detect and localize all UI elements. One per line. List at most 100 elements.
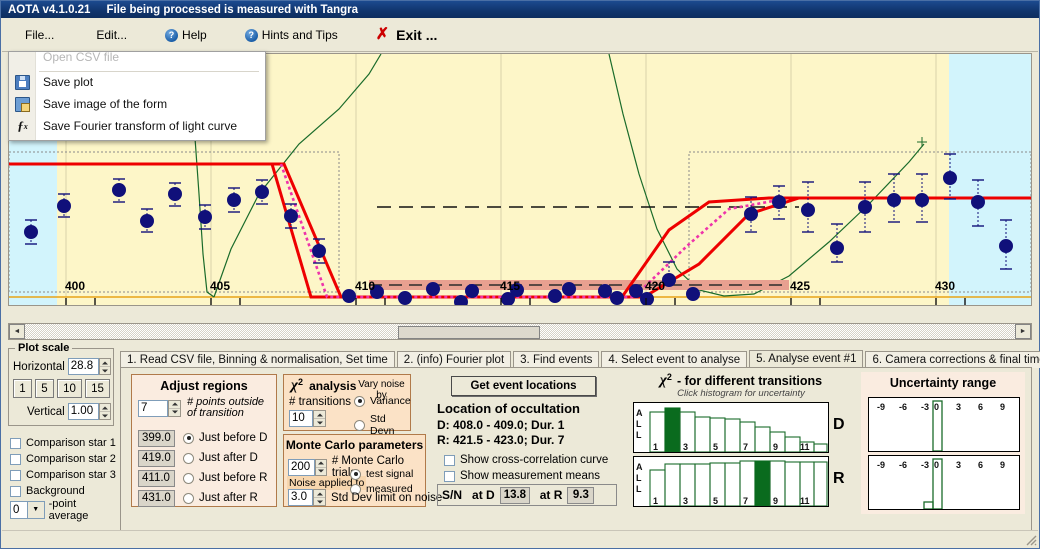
radio-just-before-r[interactable] [183,472,194,484]
svg-text:9: 9 [1000,460,1005,470]
chi2-histogram-d[interactable]: ALL 135 7 9 11 [633,402,829,453]
stddev-limit-label: Std Dev limit on noise [331,491,443,504]
scale-preset-1[interactable]: 1 [13,379,32,398]
transitions-stepper[interactable] [313,410,326,427]
points-outside-input[interactable]: 7 [138,399,168,417]
tab-analyse-event[interactable]: 5. Analyse event #1 [749,350,864,368]
disk-icon [14,74,31,90]
occultation-d-line: D: 408.0 - 409.0; Dur. 1 [437,418,565,432]
checkbox-comparison-star-2[interactable]: Comparison star 2 [10,451,118,467]
adjust-regions-panel: Adjust regions 7 # points outside of tra… [131,374,277,507]
point-average-value[interactable]: 0 [10,500,28,519]
sn-at-r-value: 9.3 [567,486,595,504]
scale-preset-5[interactable]: 5 [35,379,54,398]
svg-text:-3: -3 [921,402,929,412]
tab-read-csv[interactable]: 1. Read CSV file, Binning & normalisatio… [120,351,395,368]
region-value-just-before-r: 411.0 [138,469,175,487]
help-icon: ? [244,28,258,42]
menu-exit[interactable]: ✗ Exit ... [369,22,445,48]
tab-select-event[interactable]: 4. Select event to analyse [601,351,748,368]
radio-test-signal[interactable] [350,468,361,480]
menu-edit[interactable]: Edit... [85,22,134,48]
uncertainty-histogram-d[interactable]: -9 -6 -3 0 3 6 9 [868,397,1020,452]
sn-at-d-value: 13.8 [499,486,530,504]
horizontal-scale-stepper[interactable] [98,358,111,375]
tab-panel-analyse-event: Adjust regions 7 # points outside of tra… [120,367,1032,541]
resize-grip-icon[interactable] [1023,532,1037,546]
vertical-label: Vertical [27,405,65,418]
menu-hints-and-tips[interactable]: ? Hints and Tips [238,22,345,48]
scroll-right-button[interactable]: ► [1015,324,1031,339]
uncertainty-histogram-r[interactable]: -9 -6 -3 0 3 6 9 [868,455,1020,510]
menu-item-save-plot[interactable]: Save plot [9,71,265,93]
plot-horizontal-scrollbar[interactable]: ◄ ► [8,323,1032,340]
sn-label: S/N [442,488,463,502]
stddev-limit-input[interactable]: 3.0 [288,489,313,506]
chi2-histogram-r-id: R [833,470,845,487]
sn-at-r-label: at R [539,488,563,502]
chevron-down-icon[interactable]: ▼ [27,500,45,519]
radio-row-test-signal[interactable]: test signal [350,468,413,480]
menu-help[interactable]: ? Help [158,22,214,48]
file-dropdown-menu[interactable]: Open CSV file Save plot Save image of th… [8,51,266,141]
menu-item-save-fourier-transform[interactable]: ƒx Save Fourier transform of light curve [9,115,265,137]
tab-find-events[interactable]: 3. Find events [513,351,600,368]
stddev-limit-stepper[interactable] [313,489,326,506]
svg-text:L: L [636,484,642,494]
point-average-row[interactable]: 0 ▼ -point average [10,498,118,522]
radio-just-after-d[interactable] [183,452,194,464]
monte-carlo-trials-stepper[interactable] [314,458,327,476]
checkbox-box[interactable] [10,453,21,465]
tab-fourier-plot[interactable]: 2. (info) Fourier plot [396,351,512,368]
svg-text:-9: -9 [877,460,885,470]
region-row-just-after-r[interactable]: 431.0 Just after R [138,488,267,508]
menu-item-save-image-of-the-form[interactable]: Save image of the form [9,93,265,115]
transitions-input[interactable]: 10 [289,410,313,427]
monte-carlo-trials-input[interactable]: 200 [288,458,315,476]
menu-bar: File... Edit... ? Help ? Hints and Tips … [2,19,1038,52]
fx-icon: ƒx [17,118,28,133]
radio-just-after-r[interactable] [183,492,194,504]
checkbox-show-measurement-means[interactable]: Show measurement means [444,468,600,484]
plot-scale-group: Plot scale Horizontal 28.8 1 5 10 15 Ver… [8,342,114,426]
svg-text:L: L [636,430,642,440]
scale-preset-10[interactable]: 10 [57,379,82,398]
vertical-scale-input[interactable]: 1.00 [67,403,99,420]
scroll-left-button[interactable]: ◄ [9,324,25,339]
scale-preset-15[interactable]: 15 [85,379,110,398]
checkbox-box[interactable] [444,470,455,482]
checkbox-box[interactable] [10,469,21,481]
region-row-just-before-d[interactable]: 399.0 Just before D [138,428,267,448]
radio-std-devn[interactable] [354,419,365,431]
region-row-just-before-r[interactable]: 411.0 Just before R [138,468,267,488]
svg-text:3: 3 [956,460,961,470]
scrollbar-thumb[interactable] [398,326,540,339]
document-title: File being processed is measured with Ta… [106,3,359,16]
tab-strip[interactable]: 1. Read CSV file, Binning & normalisatio… [120,350,1040,368]
chi2-histogram-r[interactable]: ALL 135 7 9 11 [633,456,829,507]
horizontal-scale-input[interactable]: 28.8 [67,358,99,375]
menu-file[interactable]: File... [14,22,61,48]
chi2-histogram-d-svg: ALL 135 7 9 11 [636,407,828,453]
svg-text:0: 0 [934,460,939,470]
region-row-just-after-d[interactable]: 419.0 Just after D [138,448,267,468]
radio-just-before-d[interactable] [183,432,194,444]
chi-superscript: 2 [297,377,303,387]
radio-variance[interactable] [354,395,365,407]
get-event-locations-button[interactable]: Get event locations [451,376,596,396]
uncertainty-range-panel: Uncertainty range -9 -6 -3 0369 -9 -6 -3… [861,372,1025,514]
checkbox-comparison-star-3[interactable]: Comparison star 3 [10,467,118,483]
svg-text:9: 9 [1000,402,1005,412]
vertical-scale-stepper[interactable] [98,403,111,420]
checkbox-comparison-star-1[interactable]: Comparison star 1 [10,435,118,451]
form-image-icon [14,96,31,112]
checkbox-show-cross-correlation-curve[interactable]: Show cross-correlation curve [444,452,608,468]
checkbox-box[interactable] [10,485,21,497]
radio-row-variance[interactable]: Variance [354,395,411,407]
points-outside-stepper[interactable] [168,399,181,417]
tab-camera-corrections[interactable]: 6. Camera corrections & final times Even… [865,351,1040,368]
checkbox-box[interactable] [444,454,455,466]
svg-text:6: 6 [978,460,983,470]
checkbox-box[interactable] [10,437,21,449]
controls-area: Plot scale Horizontal 28.8 1 5 10 15 Ver… [2,342,1040,548]
